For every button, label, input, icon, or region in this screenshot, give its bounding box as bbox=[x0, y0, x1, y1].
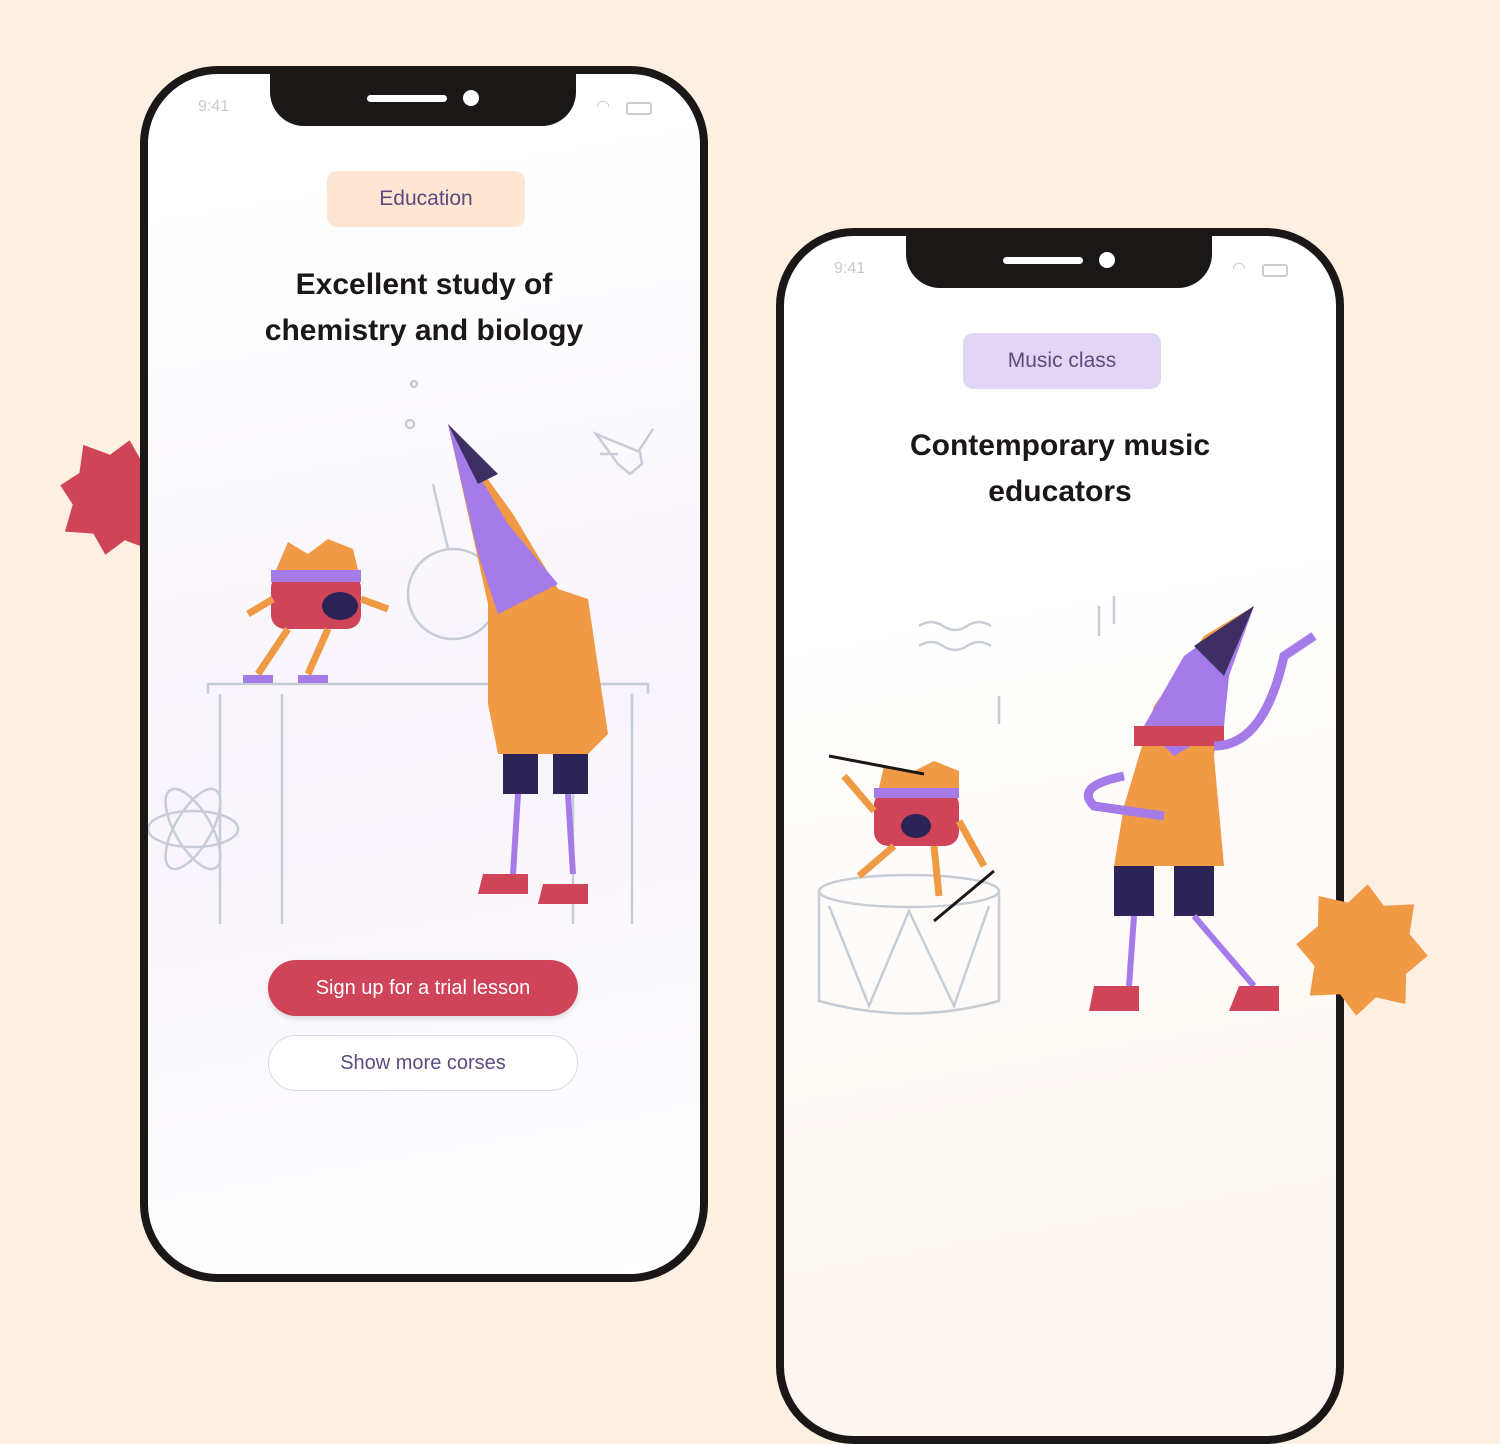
wifi-icon: ◠ bbox=[596, 98, 610, 115]
page-title-line2: chemistry and biology bbox=[264, 314, 584, 347]
category-badge: Education bbox=[327, 171, 525, 227]
chemistry-illustration bbox=[148, 379, 655, 924]
phone-education: 9:41 ◠ Education Excellent study of chem… bbox=[140, 66, 708, 1282]
orange-star-decoration bbox=[1296, 884, 1428, 1016]
notch bbox=[270, 74, 576, 126]
camera bbox=[463, 90, 479, 106]
camera bbox=[1099, 252, 1115, 268]
sign-up-trial-button[interactable]: Sign up for a trial lesson bbox=[268, 960, 578, 1016]
notch bbox=[906, 236, 1212, 288]
speaker bbox=[367, 95, 447, 102]
speaker bbox=[1003, 257, 1083, 264]
status-time: 9:41 bbox=[198, 98, 230, 115]
category-badge: Music class bbox=[963, 333, 1161, 389]
battery-icon bbox=[626, 102, 652, 115]
show-more-courses-button[interactable]: Show more corses bbox=[268, 1035, 578, 1091]
wifi-icon: ◠ bbox=[1232, 260, 1246, 277]
page-title-line1: Excellent study of bbox=[295, 268, 553, 301]
music-illustration bbox=[817, 596, 1317, 1015]
battery-icon bbox=[1262, 264, 1288, 277]
page-title-line2: educators bbox=[988, 475, 1132, 508]
phone-music: 9:41 ◠ Music class Contemporary music ed… bbox=[776, 228, 1344, 1444]
status-time: 9:41 bbox=[834, 260, 866, 277]
page-title-line1: Contemporary music bbox=[909, 429, 1211, 462]
